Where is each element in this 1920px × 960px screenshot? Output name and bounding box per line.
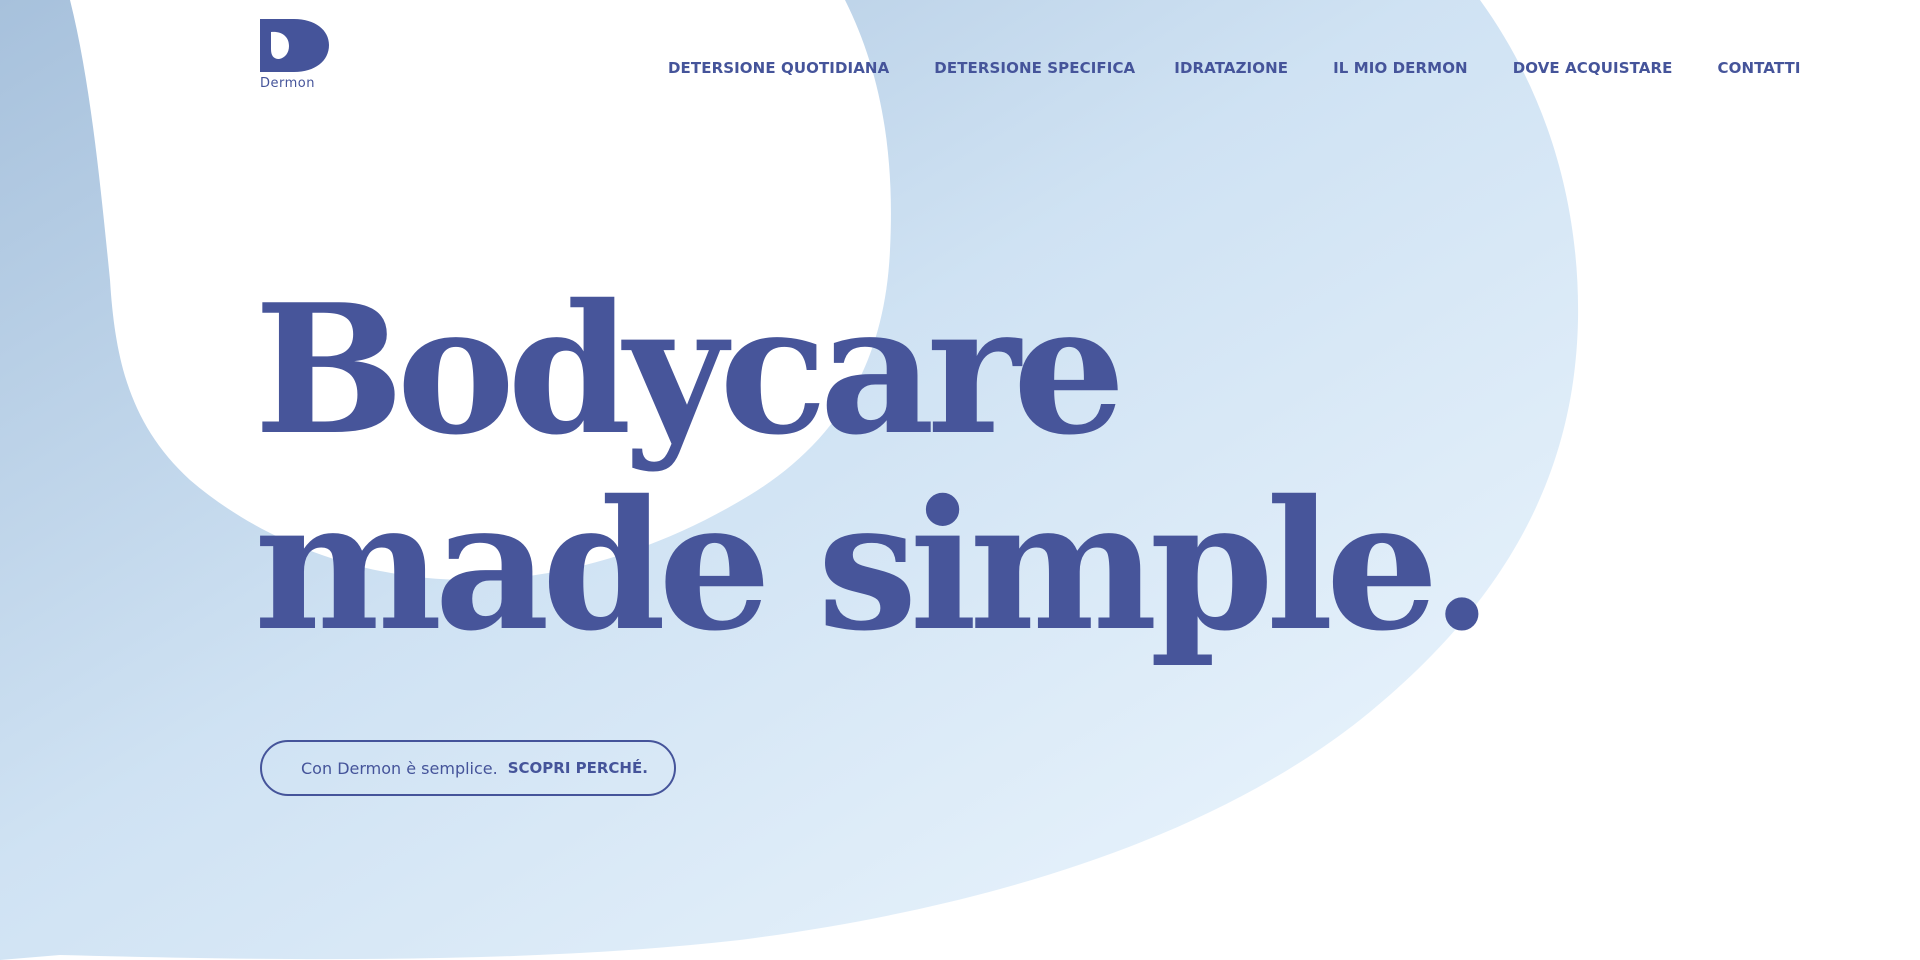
hero-headline-line-1: Bodycare: [254, 265, 1126, 474]
site-header: Dermon DETERSIONE QUOTIDIANA DETERSIONE …: [0, 0, 1920, 140]
hero-headline-line-2: made simple.: [254, 461, 1493, 670]
nav-item-contatti[interactable]: CONTATTI: [1718, 58, 1801, 78]
cta-action-label: SCOPRI PERCHÉ.: [507, 759, 648, 777]
nav-item-dove-acquistare[interactable]: DOVE ACQUISTARE: [1513, 58, 1673, 78]
discover-why-button[interactable]: Con Dermon è semplice. SCOPRI PERCHÉ.: [260, 740, 676, 796]
nav-item-idratazione[interactable]: IDRATAZIONE: [1174, 58, 1288, 78]
nav-item-detersione-quotidiana[interactable]: DETERSIONE QUOTIDIANA: [668, 58, 889, 78]
main-nav: DETERSIONE QUOTIDIANA DETERSIONE SPECIFI…: [668, 58, 1801, 78]
nav-item-detersione-specifica[interactable]: DETERSIONE SPECIFICA: [934, 58, 1135, 78]
cta-text: Con Dermon è semplice.: [301, 758, 498, 778]
nav-item-il-mio-dermon[interactable]: IL MIO DERMON: [1333, 58, 1468, 78]
dermon-logo-icon: [260, 19, 329, 72]
logo-wordmark: Dermon: [260, 76, 315, 91]
hero-headline: Bodycare made simple.: [254, 265, 1493, 670]
dermon-logo[interactable]: Dermon: [259, 18, 333, 92]
